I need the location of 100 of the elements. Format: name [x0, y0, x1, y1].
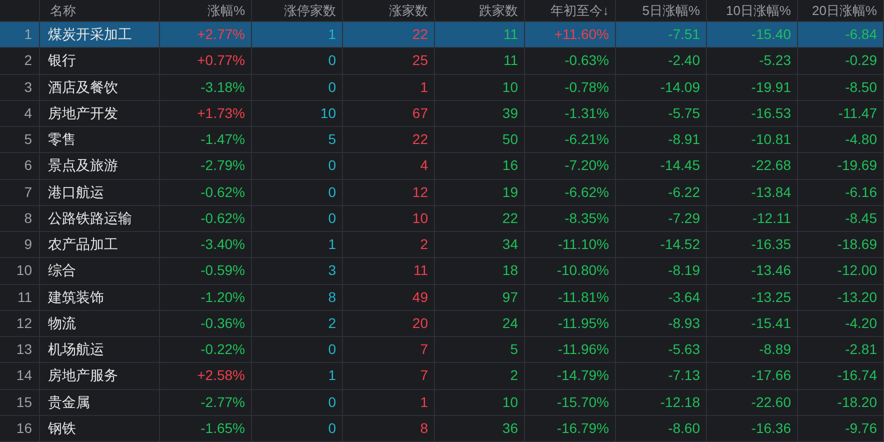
table-row[interactable]: 8 公路铁路运输 -0.62% 0 10 22 -8.35% -7.29 -12.11 -8.45	[0, 206, 884, 232]
table-row[interactable]: 1 煤炭开采加工 +2.77% 1 22 11 +11.60% -7.51 -15.40 -6.84	[0, 22, 884, 48]
table-cell-text: 11	[503, 25, 519, 44]
table-cell-text: 39	[502, 104, 519, 123]
table-cell-text: 建筑装饰	[46, 288, 104, 307]
table-cell-text: -8.50	[845, 78, 878, 97]
table-cell-text: 9	[24, 235, 33, 254]
table-row[interactable]: 15 贵金属 -2.77% 0 1 10 -15.70% -12.18 -22.60 -18.20	[0, 390, 884, 416]
column-header[interactable]: 涨家数	[389, 0, 428, 20]
table-cell-text: -8.19	[668, 261, 701, 280]
table-row[interactable]: 10 综合 -0.59% 3 11 18 -10.80% -8.19 -13.46 -12.00	[0, 258, 884, 284]
column-header[interactable]: 跌家数	[479, 0, 518, 20]
table-row[interactable]: 6 景点及旅游 -2.79% 0 4 16 -7.20% -14.45 -22.68 -19.69	[0, 153, 884, 180]
table-cell-text: -0.78%	[564, 78, 610, 97]
table-cell-text: -0.62%	[200, 182, 246, 202]
table-cell-text: 公路铁路运输	[47, 208, 132, 228]
table-cell-text: 5	[510, 340, 519, 360]
table-cell-text: -7.51	[668, 25, 701, 44]
table-cell-text: 10	[16, 261, 33, 280]
table-cell-text: -16.35	[751, 235, 792, 254]
table-cell-text: 房地产服务	[47, 366, 118, 386]
table-cell-text: 49	[412, 288, 429, 307]
table-cell-text: -11.47	[838, 104, 878, 123]
table-cell-text: -1.31%	[564, 104, 610, 123]
table-cell-text: 12	[412, 182, 429, 202]
table-row[interactable]: 16 钢铁 -1.65% 0 8 36 -16.79% -8.60 -16.36 -9.76	[0, 416, 884, 442]
table-cell-text: 2	[420, 235, 429, 254]
table-cell-text: 0	[328, 156, 337, 176]
table-cell-text: -9.76	[845, 418, 878, 438]
table-cell-text: 36	[502, 418, 519, 438]
table-cell-text: -8.93	[668, 314, 701, 333]
column-header[interactable]: 10日涨幅%	[726, 0, 791, 20]
table-cell-text: 酒店及餐饮	[47, 78, 118, 97]
table-cell-text: 22	[412, 130, 429, 150]
table-cell-text: -5.75	[668, 104, 701, 123]
table-row[interactable]: 3 酒店及餐饮 -3.18% 0 1 10 -0.78% -14.09 -19.91 -8.50	[0, 74, 884, 101]
table-cell-text: +0.77%	[197, 51, 246, 70]
table-cell-text: -11.10%	[558, 235, 610, 254]
table-cell-text: 13	[16, 340, 33, 360]
table-cell-text: 14	[16, 366, 33, 386]
table-cell-text: -5.63	[668, 340, 701, 360]
table-cell-text: 11	[413, 261, 429, 280]
table-cell-text: 物流	[47, 314, 76, 333]
table-cell-text: 7	[420, 340, 429, 360]
table-cell-text: 15	[16, 392, 33, 412]
table-cell-text: 0	[328, 392, 337, 412]
table-cell-text: -19.69	[837, 156, 878, 176]
table-cell-text: -3.64	[668, 288, 701, 307]
table-cell-text: -15.40	[751, 25, 792, 44]
table-row[interactable]: 2 银行 +0.77% 0 25 11 -0.63% -2.40 -5.23 -0.29	[0, 48, 884, 74]
column-header[interactable]: 5日涨幅%	[642, 0, 700, 20]
table-cell-text: -0.59%	[200, 261, 246, 280]
column-header[interactable]: 涨幅%	[207, 0, 245, 20]
table-cell-text: 2	[328, 314, 337, 333]
table-cell-text: 农产品加工	[47, 235, 118, 254]
column-header[interactable]: 名称	[50, 0, 76, 20]
table-cell-text: -1.20%	[200, 288, 246, 307]
table-cell-text: 综合	[47, 261, 76, 280]
table-cell-text: -11.96%	[558, 340, 610, 360]
column-header[interactable]: 年初至今↓	[550, 0, 609, 20]
table-cell-text: -1.47%	[200, 130, 246, 150]
table-cell-text: +2.77%	[197, 25, 246, 44]
table-row[interactable]: 11 建筑装饰 -1.20% 8 49 97 -11.81% -3.64 -13.25 -13.20	[0, 284, 884, 311]
table-cell-text: 16	[502, 156, 519, 176]
table-row[interactable]: 14 房地产服务 +2.58% 1 7 2 -14.79% -7.13 -17.66 -16.74	[0, 363, 884, 390]
table-row[interactable]: 9 农产品加工 -3.40% 1 2 34 -11.10% -14.52 -16.35 -18.69	[0, 232, 884, 258]
table-cell-text: -15.70%	[556, 392, 610, 412]
table-cell-text: -7.20%	[564, 156, 610, 176]
table-cell-text: -10.81	[751, 130, 792, 150]
table-cell-text: 10	[412, 208, 429, 228]
table-cell-text: 11	[503, 51, 519, 70]
table-row[interactable]: 4 房地产开发 +1.73% 10 67 39 -1.31% -5.75 -16.53 -11.47	[0, 100, 884, 127]
column-header[interactable]: 涨停家数	[284, 0, 336, 20]
table-cell-text: -0.22%	[200, 340, 246, 360]
table-cell-text: 零售	[47, 130, 76, 150]
table-cell-text: -6.21%	[564, 130, 610, 150]
table-cell-text: -18.69	[837, 235, 878, 254]
table-cell-text: 10	[320, 104, 337, 123]
table-cell-text: -16.79%	[556, 418, 610, 438]
table-cell-text: 机场航运	[47, 340, 104, 360]
table-cell-text: 0	[328, 418, 337, 438]
table-cell-text: 16	[16, 418, 33, 438]
table-cell-text: -11.95%	[558, 314, 610, 333]
table-cell-text: -12.11	[752, 208, 792, 228]
table-cell-text: -7.13	[668, 366, 701, 386]
table-cell-text: -2.81	[845, 340, 878, 360]
table-cell-text: 4	[24, 104, 33, 123]
table-cell-text: 20	[412, 314, 429, 333]
table-row[interactable]: 13 机场航运 -0.22% 0 7 5 -11.96% -5.63 -8.89 -2.81	[0, 337, 884, 364]
table-row[interactable]: 7 港口航运 -0.62% 0 12 19 -6.62% -6.22 -13.84 -6.16	[0, 180, 884, 206]
table-cell-text: 97	[502, 288, 519, 307]
table-cell-text: 50	[502, 130, 519, 150]
column-header[interactable]: 20日涨幅%	[812, 0, 877, 20]
table-row[interactable]: 5 零售 -1.47% 5 22 50 -6.21% -8.91 -10.81 -4.80	[0, 127, 884, 154]
table-cell-text: -14.45	[660, 156, 701, 176]
table-row[interactable]: 12 物流 -0.36% 2 20 24 -11.95% -8.93 -15.41 -4.20	[0, 310, 884, 337]
table-cell-text: 8	[420, 418, 429, 438]
table-cell-text: 2	[510, 366, 519, 386]
table-cell-text: -14.79%	[556, 366, 610, 386]
table-cell-text: -4.20	[845, 314, 878, 333]
